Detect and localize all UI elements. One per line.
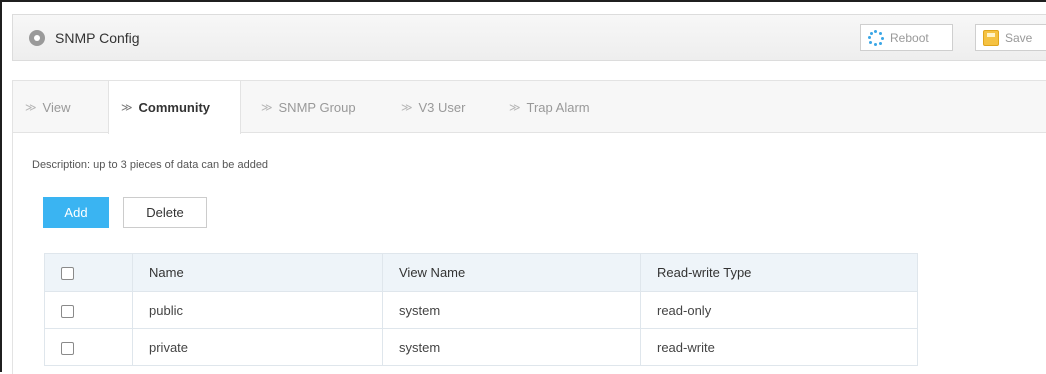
chevron-right-icon: ≫ <box>261 101 273 114</box>
column-header-rw-type[interactable]: Read-write Type <box>640 253 918 292</box>
select-all-cell <box>44 253 133 292</box>
chevron-right-icon: ≫ <box>121 102 133 114</box>
cell-rw-type: read-write <box>640 328 918 366</box>
community-table: Name View Name Read-write Type public sy… <box>44 253 918 366</box>
tab-snmp-group[interactable]: ≫ SNMP Group <box>249 81 379 133</box>
tab-label: Trap Alarm <box>526 99 590 115</box>
table-row[interactable]: public system read-only <box>44 291 918 329</box>
reboot-label: Reboot <box>890 30 929 45</box>
reboot-spinner-icon <box>868 29 884 46</box>
add-button[interactable]: Add <box>43 197 109 228</box>
tab-label: Community <box>138 100 211 115</box>
row-select-cell <box>44 328 133 366</box>
tab-label: SNMP Group <box>278 99 356 115</box>
cell-view-name: system <box>382 328 641 366</box>
tab-trap-alarm[interactable]: ≫ Trap Alarm <box>499 81 609 133</box>
tab-v3-user[interactable]: ≫ V3 User <box>391 81 489 133</box>
cell-rw-type: read-only <box>640 291 918 329</box>
row-select-cell <box>44 291 133 329</box>
description-text: Description: up to 3 pieces of data can … <box>32 159 269 171</box>
settings-circle-icon <box>29 30 45 46</box>
tab-view[interactable]: ≫ View <box>13 81 99 133</box>
tab-label: View <box>42 99 71 115</box>
chevron-right-icon: ≫ <box>509 101 521 114</box>
save-icon <box>983 29 999 46</box>
save-button[interactable]: Save <box>975 24 1046 51</box>
cell-name: public <box>132 291 383 329</box>
tab-bar: ≫ View ≫ Community ≫ SNMP Group ≫ V3 Use… <box>13 81 1046 134</box>
row-checkbox[interactable] <box>61 304 74 318</box>
chevron-right-icon: ≫ <box>25 101 37 114</box>
table-row[interactable]: private system read-write <box>44 328 918 366</box>
app-frame: SNMP Config Reboot Save ≫ View ≫ Communi… <box>0 0 1046 374</box>
select-all-checkbox[interactable] <box>61 267 74 281</box>
tab-label: V3 User <box>418 99 466 115</box>
column-header-view-name[interactable]: View Name <box>382 253 641 292</box>
cell-view-name: system <box>382 291 641 329</box>
tab-community[interactable]: ≫ Community <box>108 81 241 134</box>
column-header-name[interactable]: Name <box>132 253 383 292</box>
delete-button[interactable]: Delete <box>123 197 207 228</box>
save-label: Save <box>1005 30 1033 45</box>
chevron-right-icon: ≫ <box>401 101 413 114</box>
page-title: SNMP Config <box>55 30 140 46</box>
reboot-button[interactable]: Reboot <box>860 24 953 51</box>
page-header: SNMP Config Reboot Save <box>12 14 1046 61</box>
row-checkbox[interactable] <box>61 341 74 355</box>
table-header-row: Name View Name Read-write Type <box>44 253 918 292</box>
cell-name: private <box>132 328 383 366</box>
